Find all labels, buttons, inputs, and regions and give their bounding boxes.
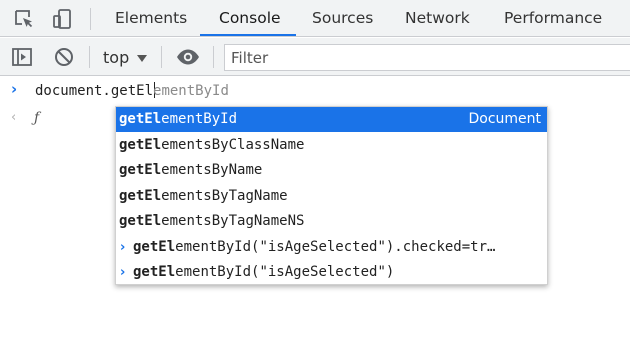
toolbar-divider: [161, 46, 162, 68]
suggestion-rest: ementById("isAgeSelected").checked=tr…: [175, 238, 496, 255]
input-typed-text: document.getEl: [35, 83, 154, 99]
suggestion-match: getEl: [119, 213, 162, 229]
input-ghost-completion: ementById: [153, 83, 229, 99]
suggestion-rest: ementsByName: [161, 162, 263, 178]
show-sidebar-icon[interactable]: [10, 45, 34, 69]
console-prompt-icon: ›: [11, 80, 18, 98]
suggestion-type: Document: [468, 111, 541, 127]
suggestion-rest: ementsByClassName: [161, 136, 305, 153]
history-chevron-icon: ›: [120, 265, 126, 280]
console-input[interactable]: document.getElementById: [35, 82, 229, 99]
context-selector-label[interactable]: top: [103, 38, 129, 76]
tab-console[interactable]: Console: [219, 0, 281, 37]
suggestion-rest: ementsByTagNameNS: [161, 213, 305, 229]
suggestion-match: getEl: [119, 162, 162, 178]
suggestion-item[interactable]: getElementsByTagNameNS: [116, 209, 547, 234]
tab-sources[interactable]: Sources: [312, 0, 373, 37]
toolbar-divider: [213, 46, 214, 68]
suggestion-match: getEl: [133, 238, 176, 255]
active-tab-indicator: [200, 34, 296, 36]
tab-performance[interactable]: Performance: [504, 0, 602, 37]
suggestion-item[interactable]: getElementsByName: [116, 158, 547, 183]
suggestion-item[interactable]: getElementById Document: [116, 107, 547, 132]
toolbar-divider: [89, 46, 90, 68]
console-toolbar: top: [0, 38, 630, 76]
suggestion-match: getEl: [119, 136, 162, 153]
suggestion-item[interactable]: getElementsByClassName: [116, 133, 547, 158]
suggestion-match: getEl: [133, 264, 176, 280]
tabbar-divider: [90, 8, 91, 30]
history-suggestion-item[interactable]: › getElementById("isAgeSelected"): [116, 260, 547, 284]
filter-input[interactable]: [224, 44, 630, 71]
tab-elements[interactable]: Elements: [115, 0, 187, 37]
devtools-tab-bar: Elements Console Sources Network Perform…: [0, 0, 630, 37]
eager-eval-arrow-icon: ‹: [11, 110, 17, 125]
suggestion-rest: ementById: [161, 111, 238, 127]
tab-network[interactable]: Network: [405, 0, 470, 37]
suggestion-item[interactable]: getElementsByTagName: [116, 184, 547, 209]
suggestion-rest: ementById("isAgeSelected"): [175, 264, 395, 280]
suggestion-rest: ementsByTagName: [161, 187, 288, 204]
history-suggestion-item[interactable]: › getElementById("isAgeSelected").checke…: [116, 235, 547, 260]
history-chevron-icon: ›: [120, 239, 126, 255]
inspect-element-icon[interactable]: [12, 7, 36, 31]
autocomplete-popup: getElementById Document getElementsByCla…: [115, 106, 548, 285]
device-toolbar-icon[interactable]: [50, 7, 74, 31]
eager-eval-result: ƒ: [34, 110, 40, 126]
suggestion-match: getEl: [119, 187, 162, 204]
clear-console-icon[interactable]: [52, 45, 76, 69]
live-expression-eye-icon[interactable]: [175, 45, 201, 69]
suggestion-match: getEl: [119, 111, 162, 127]
context-dropdown-icon[interactable]: [137, 55, 147, 62]
